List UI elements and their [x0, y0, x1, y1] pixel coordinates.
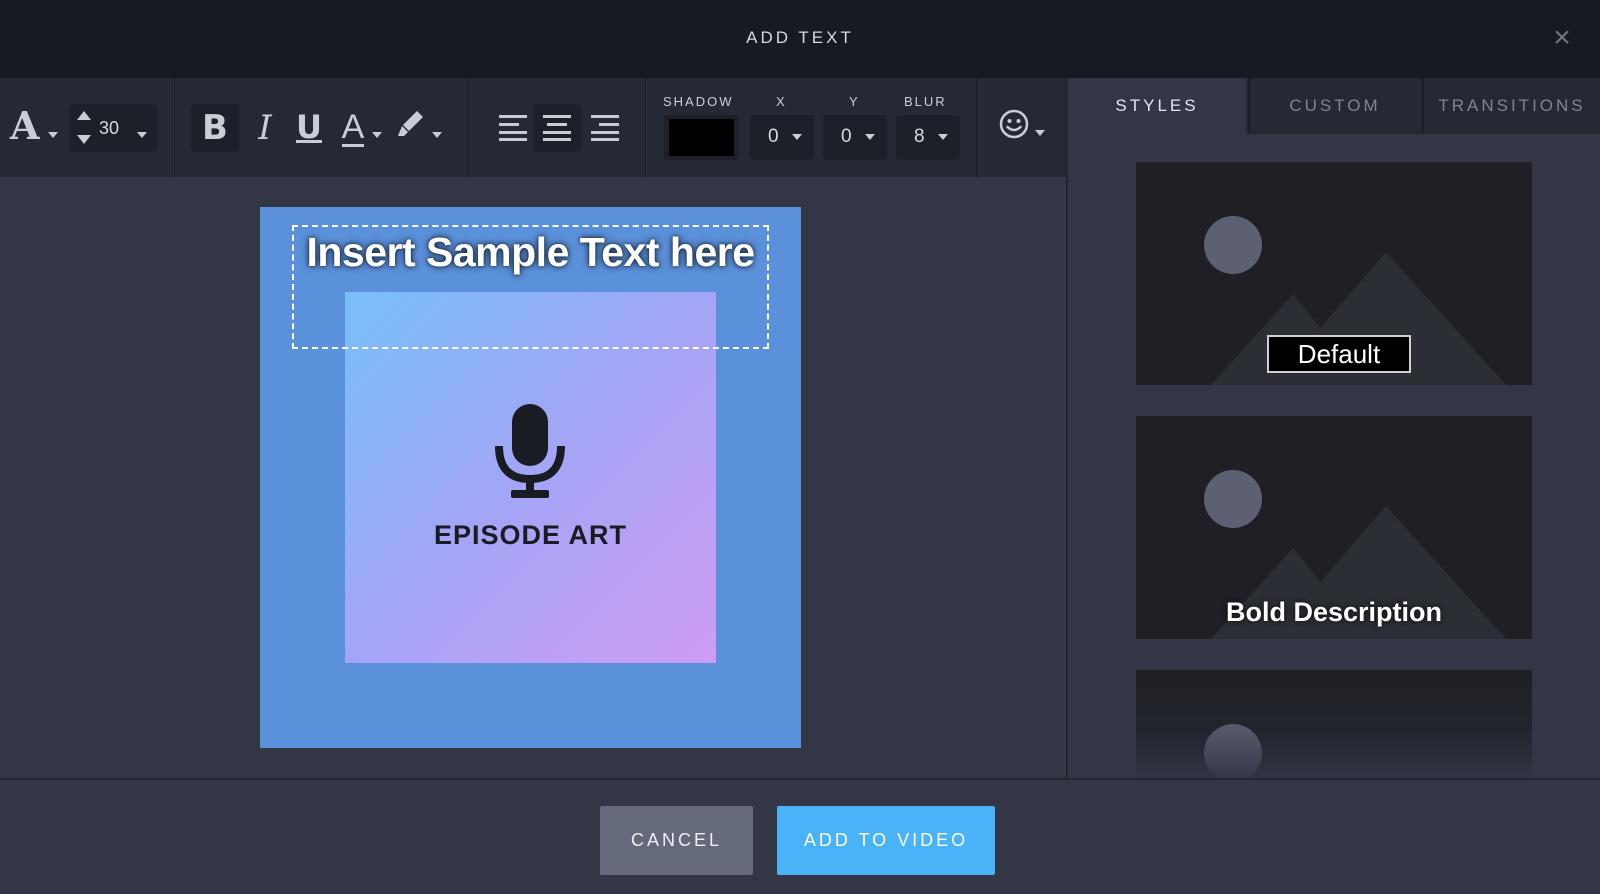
shadow-y-value: 0	[841, 126, 852, 147]
add-text-dialog: ADD TEXT × A 30 B I U A SHADOW X 0 Y 0 B…	[0, 0, 1600, 894]
video-frame: EPISODE ART Insert Sample Text here	[260, 207, 801, 748]
shadow-x-value: 0	[768, 126, 779, 147]
underline-button[interactable]: U	[287, 104, 331, 152]
canvas-area: EPISODE ART Insert Sample Text here	[0, 177, 1067, 778]
italic-button[interactable]: I	[245, 104, 285, 152]
scroll-fade	[1136, 670, 1532, 778]
bold-button[interactable]: B	[191, 104, 239, 152]
align-left-icon[interactable]	[489, 104, 537, 152]
microphone-icon	[495, 404, 565, 499]
shadow-y-select[interactable]: 0	[823, 115, 887, 160]
episode-art-label: EPISODE ART	[433, 520, 628, 550]
panel-tabs: STYLES CUSTOM TRANSITIONS	[1068, 78, 1600, 134]
align-right-icon[interactable]	[581, 104, 629, 152]
highlight-brush-icon[interactable]	[395, 108, 425, 148]
sample-text[interactable]: Insert Sample Text here	[294, 229, 767, 276]
font-family-icon[interactable]: A	[10, 106, 39, 146]
shadow-blur-label: BLUR	[904, 94, 947, 109]
cancel-button[interactable]: CANCEL	[600, 806, 753, 875]
dialog-title: ADD TEXT	[746, 28, 854, 47]
emoji-smile-icon[interactable]	[997, 108, 1031, 142]
shadow-blur-select[interactable]: 8	[896, 115, 960, 160]
chevron-down-icon[interactable]	[432, 125, 442, 143]
chevron-down-icon[interactable]	[1035, 123, 1045, 141]
shadow-label: SHADOW	[663, 94, 734, 109]
style-card-bold-description[interactable]: Bold Description	[1136, 416, 1532, 639]
text-toolbar: A 30 B I U A SHADOW X 0 Y 0 BLUR 8	[0, 78, 1067, 177]
style-label: Bold Description	[1225, 597, 1442, 627]
style-group: B I U A	[175, 78, 468, 177]
tab-custom[interactable]: CUSTOM	[1248, 78, 1420, 134]
emoji-group	[977, 78, 1067, 177]
text-color-button[interactable]: A	[338, 104, 368, 152]
add-to-video-button[interactable]: ADD TO VIDEO	[777, 806, 995, 875]
align-group	[468, 78, 646, 177]
font-size-value: 30	[99, 118, 120, 138]
shadow-color-swatch[interactable]	[664, 115, 739, 160]
style-label: Default	[1267, 335, 1411, 373]
dialog-footer: CANCEL ADD TO VIDEO	[0, 778, 1600, 894]
style-card-third[interactable]	[1136, 670, 1532, 778]
tab-transitions[interactable]: TRANSITIONS	[1422, 78, 1600, 134]
shadow-x-select[interactable]: 0	[750, 115, 814, 160]
dialog-header: ADD TEXT ×	[0, 0, 1600, 78]
shadow-y-label: Y	[849, 94, 860, 109]
stepper-arrows-icon[interactable]	[77, 111, 91, 145]
shadow-group: SHADOW X 0 Y 0 BLUR 8	[646, 78, 977, 177]
underline-label: U	[296, 108, 322, 146]
text-color-label: A	[341, 108, 365, 147]
shadow-blur-value: 8	[914, 126, 925, 147]
style-card-default[interactable]: Default	[1136, 162, 1532, 385]
text-selection-box[interactable]: Insert Sample Text here	[292, 225, 769, 349]
chevron-down-icon[interactable]	[48, 125, 58, 143]
font-group: A 30	[0, 78, 175, 177]
tab-styles[interactable]: STYLES	[1068, 78, 1246, 134]
font-size-stepper[interactable]: 30	[69, 104, 157, 152]
align-center-icon[interactable]	[533, 104, 581, 152]
close-icon[interactable]: ×	[1550, 23, 1574, 53]
styles-panel: STYLES CUSTOM TRANSITIONS Default Bold D…	[1068, 78, 1600, 778]
chevron-down-icon[interactable]	[137, 125, 147, 143]
shadow-x-label: X	[776, 94, 787, 109]
chevron-down-icon[interactable]	[372, 125, 382, 143]
